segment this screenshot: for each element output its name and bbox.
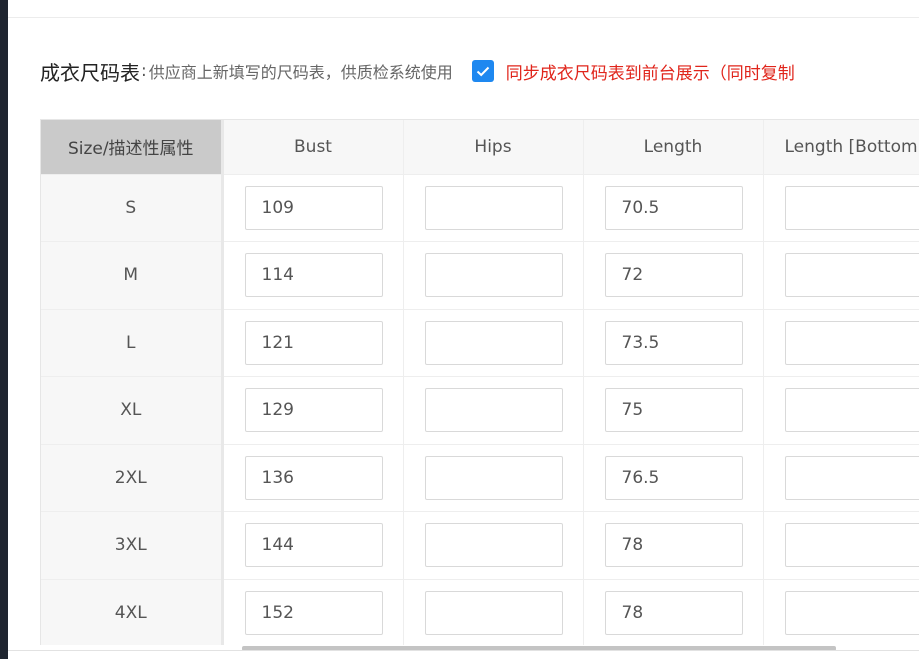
length-bottom-input[interactable] [784, 523, 919, 568]
length-input[interactable] [604, 388, 743, 433]
value-cell [222, 241, 404, 310]
bust-input[interactable] [244, 590, 383, 635]
hips-input[interactable] [424, 388, 563, 433]
value-cell [403, 174, 584, 242]
value-cell [403, 241, 584, 310]
column-header-length-bottom: Length [Bottom] [763, 120, 919, 175]
sync-checkbox[interactable] [471, 60, 494, 82]
size-cell: 3XL [41, 511, 224, 580]
value-cell [222, 444, 404, 512]
length-bottom-input[interactable] [784, 320, 919, 365]
length-input[interactable] [604, 185, 743, 230]
size-column-header: Size/描述性属性 [41, 120, 224, 175]
hips-input[interactable] [424, 253, 563, 298]
bust-input[interactable] [244, 253, 383, 298]
table-row: 2XL [41, 444, 919, 512]
value-cell [403, 511, 584, 580]
value-cell [403, 376, 584, 445]
length-input[interactable] [604, 523, 743, 568]
length-input[interactable] [604, 455, 743, 500]
length-bottom-input[interactable] [784, 253, 919, 298]
bust-input[interactable] [244, 523, 383, 568]
value-cell [403, 309, 584, 377]
size-cell: L [41, 309, 224, 377]
hips-input[interactable] [424, 523, 563, 568]
size-chart-page: 成衣尺码表 : 供应商上新填写的尺码表，供质检系统使用 同步成衣尺码表到前台展示… [0, 0, 919, 659]
page-subtitle: 供应商上新填写的尺码表，供质检系统使用 [148, 63, 453, 82]
value-cell [222, 376, 404, 445]
length-bottom-input[interactable] [784, 455, 919, 500]
length-bottom-input[interactable] [784, 388, 919, 433]
bottom-divider [8, 650, 919, 651]
table-row: L [41, 309, 919, 377]
value-cell [222, 579, 404, 645]
bust-input[interactable] [244, 320, 383, 365]
value-cell [763, 579, 919, 645]
left-edge-bar [0, 0, 8, 659]
value-cell [583, 376, 764, 445]
hips-input[interactable] [424, 590, 563, 635]
bust-input[interactable] [244, 185, 383, 230]
value-cell [763, 174, 919, 242]
hips-input[interactable] [424, 320, 563, 365]
page-title: 成衣尺码表 [40, 60, 140, 85]
size-cell: 4XL [41, 579, 224, 645]
size-cell: S [41, 174, 224, 242]
value-cell [763, 511, 919, 580]
value-cell [583, 511, 764, 580]
title-colon: : [141, 61, 147, 81]
value-cell [403, 444, 584, 512]
value-cell [222, 511, 404, 580]
column-header-length: Length [583, 120, 764, 175]
size-table: Size/描述性属性 Bust Hips Length Length [Bott… [41, 120, 919, 645]
table-row: S [41, 174, 919, 242]
value-cell [763, 309, 919, 377]
value-cell [222, 309, 404, 377]
size-chart-header: 成衣尺码表 : 供应商上新填写的尺码表，供质检系统使用 同步成衣尺码表到前台展示… [40, 54, 795, 88]
length-input[interactable] [604, 320, 743, 365]
bust-input[interactable] [244, 388, 383, 433]
value-cell [583, 174, 764, 242]
length-input[interactable] [604, 590, 743, 635]
value-cell [583, 444, 764, 512]
value-cell [583, 579, 764, 645]
hips-input[interactable] [424, 455, 563, 500]
size-cell: XL [41, 376, 224, 445]
column-header-hips: Hips [403, 120, 584, 175]
table-row: M [41, 241, 919, 310]
table-row: 4XL [41, 579, 919, 645]
size-table-container: Size/描述性属性 Bust Hips Length Length [Bott… [40, 119, 919, 645]
column-header-bust: Bust [222, 120, 404, 175]
hips-input[interactable] [424, 185, 563, 230]
table-row: 3XL [41, 511, 919, 580]
value-cell [763, 241, 919, 310]
table-row: XL [41, 376, 919, 445]
length-input[interactable] [604, 253, 743, 298]
size-cell: M [41, 241, 224, 310]
check-icon [476, 66, 489, 76]
value-cell [583, 309, 764, 377]
length-bottom-input[interactable] [784, 590, 919, 635]
top-divider [8, 17, 919, 18]
value-cell [222, 174, 404, 242]
sync-label: 同步成衣尺码表到前台展示（同时复制 [505, 63, 795, 84]
value-cell [763, 444, 919, 512]
length-bottom-input[interactable] [784, 185, 919, 230]
table-header-row: Size/描述性属性 Bust Hips Length Length [Bott… [41, 120, 919, 175]
value-cell [583, 241, 764, 310]
bust-input[interactable] [244, 455, 383, 500]
value-cell [403, 579, 584, 645]
size-cell: 2XL [41, 444, 224, 512]
value-cell [763, 376, 919, 445]
